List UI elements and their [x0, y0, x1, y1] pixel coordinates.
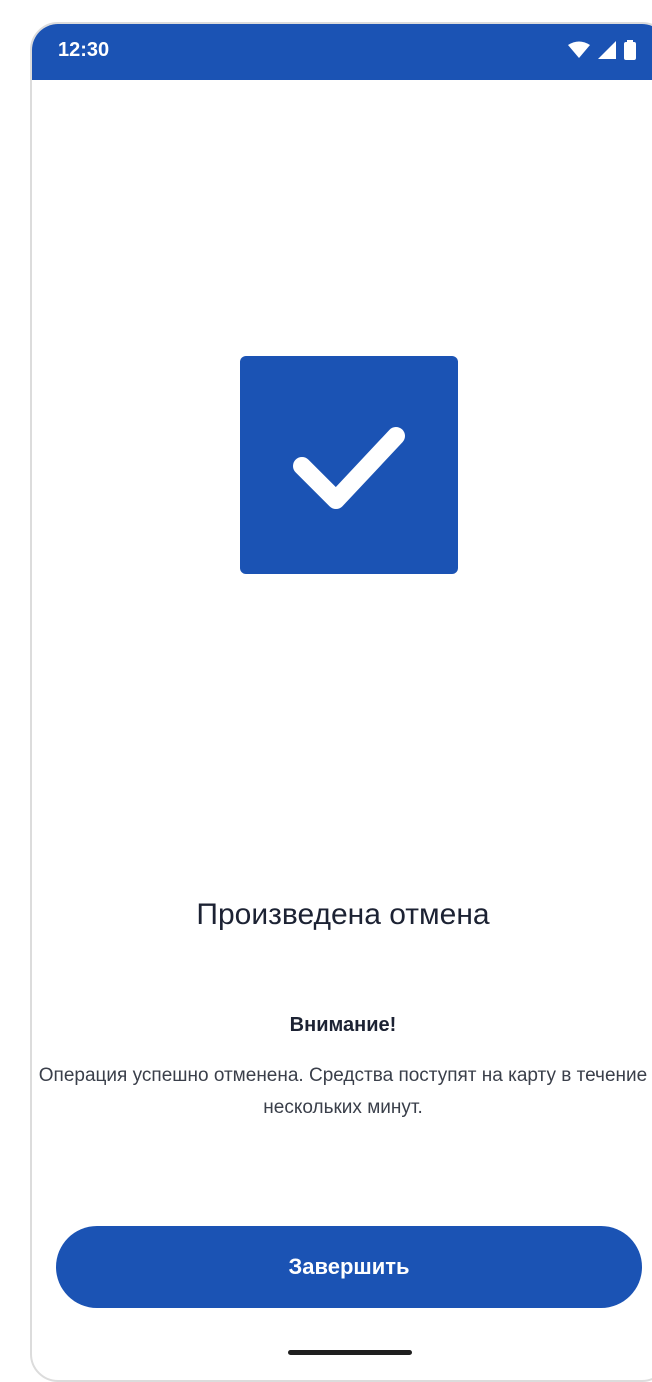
status-time: 12:30: [58, 39, 110, 61]
attention-label: Внимание!: [289, 1014, 397, 1036]
phone-screen: 12:30 Произведена отмена Внимание! Опера…: [30, 22, 652, 1382]
home-indicator[interactable]: [288, 1350, 412, 1355]
status-bar: 12:30: [32, 24, 652, 80]
battery-icon: [624, 40, 636, 60]
status-icons: [568, 40, 636, 60]
success-tile: [240, 356, 458, 574]
signal-icon: [598, 41, 616, 59]
result-message: Операция успешно отменена. Средства пост…: [38, 1065, 648, 1118]
finish-button[interactable]: Завершить: [56, 1226, 642, 1308]
wifi-icon: [568, 41, 590, 59]
result-title: Произведена отмена: [196, 898, 490, 931]
